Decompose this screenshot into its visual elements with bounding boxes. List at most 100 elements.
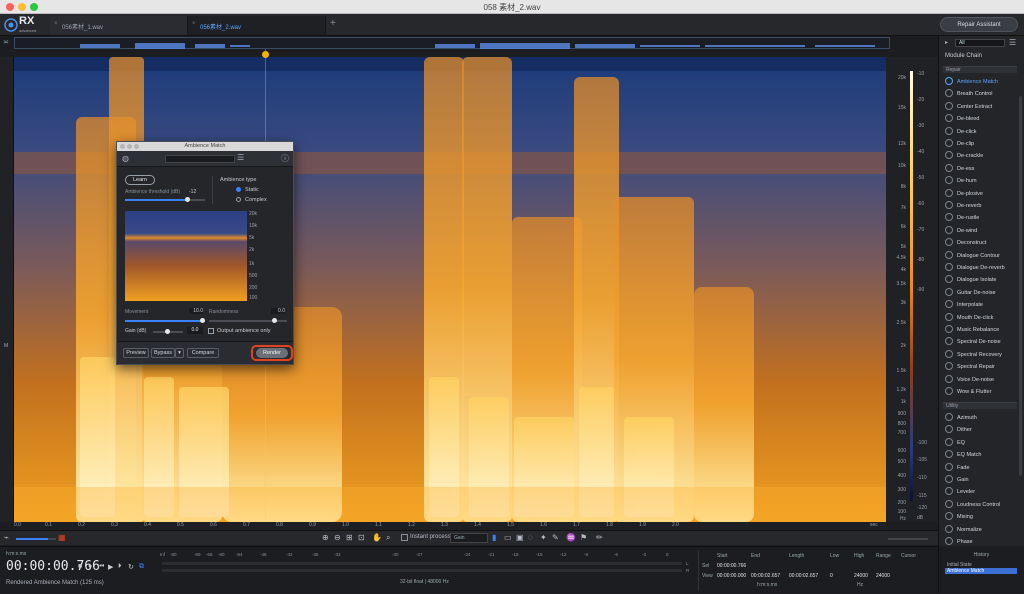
module-dialogue-contour[interactable]: Dialogue Contour [945, 250, 1000, 259]
timecode-format[interactable]: h:m:s.ms [6, 551, 26, 557]
stop-icon[interactable]: ■ [78, 563, 82, 570]
am-movement-knob[interactable] [200, 318, 205, 323]
repair-section-header[interactable]: Repair [943, 66, 1017, 73]
module-spectral-repair[interactable]: Spectral Repair [945, 362, 995, 371]
module-fade[interactable]: Fade [945, 462, 970, 471]
am-learn-button[interactable]: Learn [125, 175, 155, 185]
am-randomness-value[interactable]: 0.0 [271, 308, 285, 314]
module-de-rustle[interactable]: De-rustle [945, 213, 979, 222]
instant-process-mode-select[interactable]: Gain [450, 533, 488, 543]
module-phase[interactable]: Phase [945, 537, 973, 545]
module-spectral-de-noise[interactable]: Spectral De-noise [945, 337, 1001, 346]
view-start[interactable]: 00:00:00.000 [717, 573, 746, 579]
am-threshold-value[interactable]: -12 [189, 189, 196, 195]
module-azimuth[interactable]: Azimuth [945, 413, 977, 421]
module-spectral-recovery[interactable]: Spectral Recovery [945, 349, 1002, 358]
instant-process-checkbox[interactable] [401, 534, 408, 541]
play-icon[interactable]: ▶ [108, 563, 113, 571]
module-de-wind[interactable]: De-wind [945, 225, 977, 234]
module-de-plosive[interactable]: De-plosive [945, 188, 983, 197]
history-item-active[interactable]: Ambience Match [945, 568, 1017, 574]
module-de-ess[interactable]: De-ess [945, 163, 974, 172]
zoom-out-icon[interactable]: ⊖ [334, 533, 341, 542]
overview-toggle-icon[interactable]: ≍ [3, 38, 9, 46]
view-range[interactable]: 24000 [876, 573, 890, 579]
module-list-menu-icon[interactable]: ☰ [1009, 38, 1016, 47]
sel-start[interactable]: 00:00:00.766 [717, 563, 746, 569]
lasso-icon[interactable]: ◌ [528, 533, 533, 542]
module-music-rebalance[interactable]: Music Rebalance [945, 325, 999, 333]
tab-file-1[interactable]: × 056素材_1.wav [50, 16, 188, 35]
module-deconstruct[interactable]: Deconstruct [945, 238, 986, 247]
am-help-icon[interactable]: ⓘ [281, 153, 289, 164]
am-bypass-button[interactable]: Bypass [151, 348, 175, 358]
module-de-hum[interactable]: De-hum [945, 176, 977, 185]
spectrogram-mode-icon[interactable]: ▦ [58, 533, 66, 542]
module-de-reverb[interactable]: De-reverb [945, 201, 981, 209]
am-output-only-checkbox[interactable] [208, 328, 214, 334]
rewind-icon[interactable]: ⏮ [98, 563, 104, 571]
am-render-button[interactable]: Render [256, 348, 288, 358]
module-filter-icon[interactable]: ▸ [945, 39, 948, 46]
play-selection-icon[interactable]: ⏵ [118, 563, 122, 571]
zoom-in-icon[interactable]: ⊕ [322, 533, 329, 542]
time-ruler[interactable]: 0.0 0.1 0.2 0.3 0.4 0.5 0.6 0.7 0.8 0.9 … [14, 522, 886, 530]
am-threshold-knob[interactable] [185, 197, 190, 202]
add-tab-icon[interactable]: + [330, 18, 336, 29]
waveform-mode-icon[interactable]: ⌁ [4, 533, 9, 542]
module-list-scrollbar[interactable] [1019, 96, 1022, 476]
loop-icon[interactable]: ↻ [128, 563, 134, 571]
record-icon[interactable]: ● [88, 563, 92, 570]
frequency-scale[interactable]: 20k 15k 12k 10k 8k 7k 6k 5k 4.5k 4k 3.5k… [886, 57, 908, 522]
am-gain-knob[interactable] [165, 329, 170, 334]
module-eq-match[interactable]: EQ Match [945, 450, 981, 459]
time-freq-selection-icon[interactable]: ▣ [516, 533, 524, 542]
pencil-tool-icon[interactable]: ✏ [596, 533, 603, 542]
utility-section-header[interactable]: Utility [943, 402, 1017, 409]
magic-wand-icon[interactable]: ✦ [540, 533, 547, 542]
hand-tool-icon[interactable]: ✋ [372, 533, 382, 542]
module-normalize[interactable]: Normalize [945, 524, 982, 533]
close-tab-icon[interactable]: × [54, 21, 58, 27]
am-randomness-knob[interactable] [272, 318, 277, 323]
module-filter-select[interactable]: All [955, 39, 1005, 47]
module-eq[interactable]: EQ [945, 437, 965, 446]
am-bypass-menu-icon[interactable]: ▾ [175, 348, 184, 358]
am-movement-value[interactable]: 10.0 [189, 308, 203, 314]
tab-file-2[interactable]: × 056素材_2.wav [188, 16, 326, 35]
view-low[interactable]: 0 [830, 573, 833, 579]
monitor-icon[interactable]: ⧉ [139, 563, 144, 571]
playhead-handle[interactable] [262, 51, 269, 58]
waveform-overview[interactable] [14, 37, 890, 49]
module-wow-flutter[interactable]: Wow & Flutter [945, 387, 991, 395]
zoom-fit-icon[interactable]: ⊡ [358, 533, 365, 542]
module-breath-control[interactable]: Breath Control [945, 89, 992, 98]
am-preset-menu-icon[interactable]: ☰ [237, 153, 244, 162]
close-tab-icon[interactable]: × [192, 21, 196, 27]
module-mouth-de-click[interactable]: Mouth De-click [945, 312, 993, 321]
am-compare-button[interactable]: Compare [187, 348, 219, 358]
fx-select-icon[interactable]: ⚑ [580, 533, 587, 542]
module-interpolate[interactable]: Interpolate [945, 300, 983, 309]
module-chain-button[interactable]: Module Chain [945, 53, 982, 59]
module-leveler[interactable]: Leveler [945, 487, 975, 496]
module-dither[interactable]: Dither [945, 425, 972, 434]
am-minimize-button[interactable] [127, 144, 132, 149]
zoom-selection-icon[interactable]: ⊞ [346, 533, 353, 542]
view-end[interactable]: 00:00:02.657 [751, 573, 780, 579]
am-close-button[interactable] [120, 144, 125, 149]
module-guitar-de-noise[interactable]: Guitar De-noise [945, 287, 996, 296]
time-selection-icon[interactable]: ▮ [492, 533, 496, 542]
am-preview-button[interactable]: Preview [123, 348, 149, 358]
module-de-crackle[interactable]: De-crackle [945, 151, 983, 160]
vertical-zoom-slider[interactable] [888, 538, 928, 540]
module-voice-de-noise[interactable]: Voice De-noise [945, 374, 994, 383]
module-dialogue-de-reverb[interactable]: Dialogue De-reverb [945, 263, 1005, 271]
module-de-bleed[interactable]: De-bleed [945, 114, 979, 123]
module-de-clip[interactable]: De-clip [945, 139, 974, 147]
am-gain-value[interactable]: 0.0 [187, 327, 203, 334]
module-de-click[interactable]: De-click [945, 126, 977, 135]
am-complex-radio[interactable] [236, 197, 241, 202]
am-zoom-button[interactable] [134, 144, 139, 149]
view-high[interactable]: 24000 [854, 573, 868, 579]
